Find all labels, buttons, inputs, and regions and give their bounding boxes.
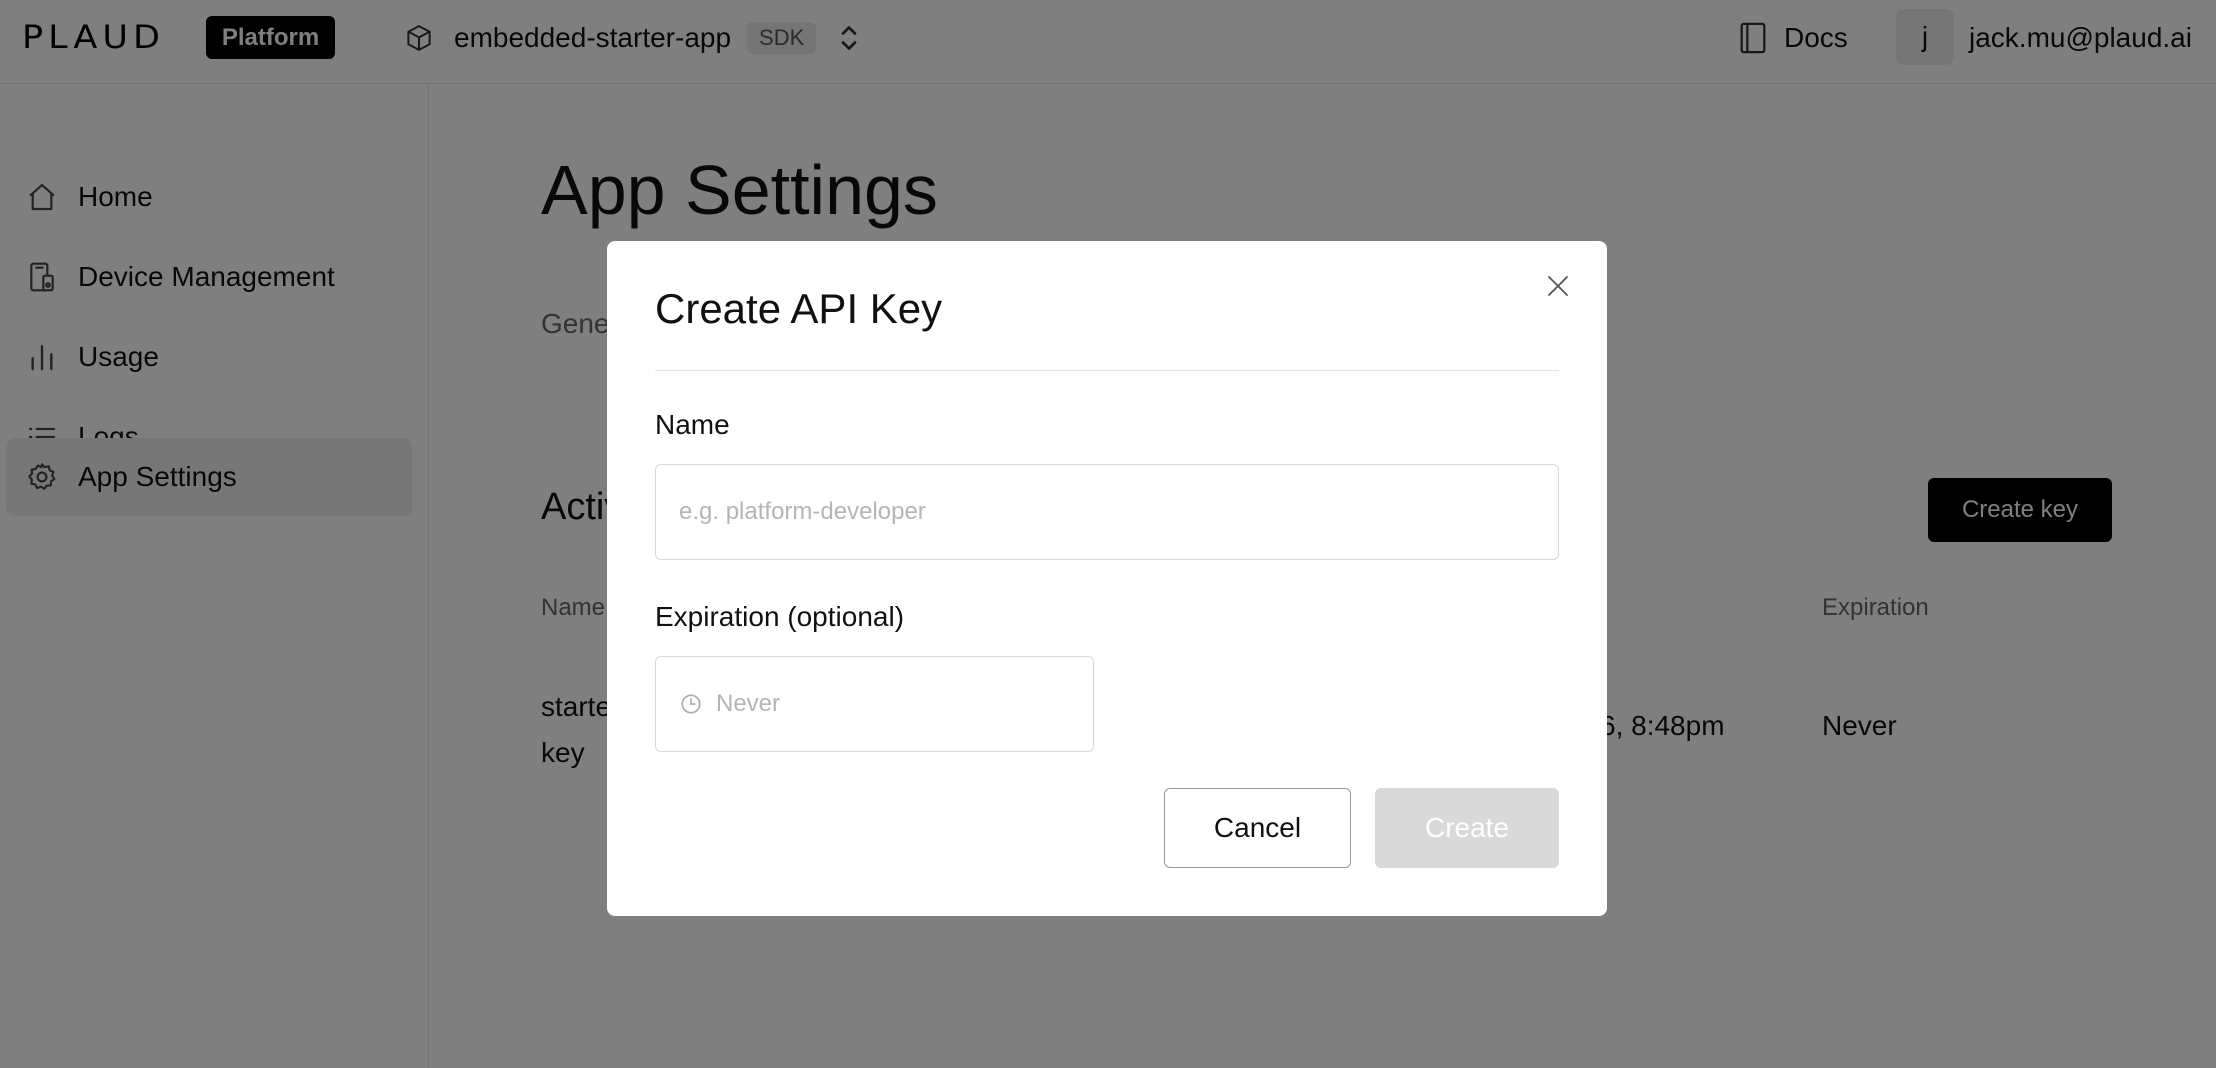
clock-icon <box>681 694 701 714</box>
name-input[interactable] <box>655 464 1559 560</box>
dialog-divider <box>655 370 1559 371</box>
close-icon <box>1548 276 1568 296</box>
cancel-button[interactable]: Cancel <box>1164 788 1351 868</box>
name-label: Name <box>655 409 730 440</box>
close-button[interactable] <box>1543 271 1573 301</box>
create-api-key-dialog: Create API Key Name Expiration (optional… <box>607 241 1607 916</box>
expiration-value: Never <box>716 690 781 717</box>
create-button[interactable]: Create <box>1375 788 1559 868</box>
expiration-label: Expiration (optional) <box>655 601 905 632</box>
dialog-title: Create API Key <box>655 285 943 332</box>
expiration-picker[interactable]: Never <box>655 656 1094 752</box>
